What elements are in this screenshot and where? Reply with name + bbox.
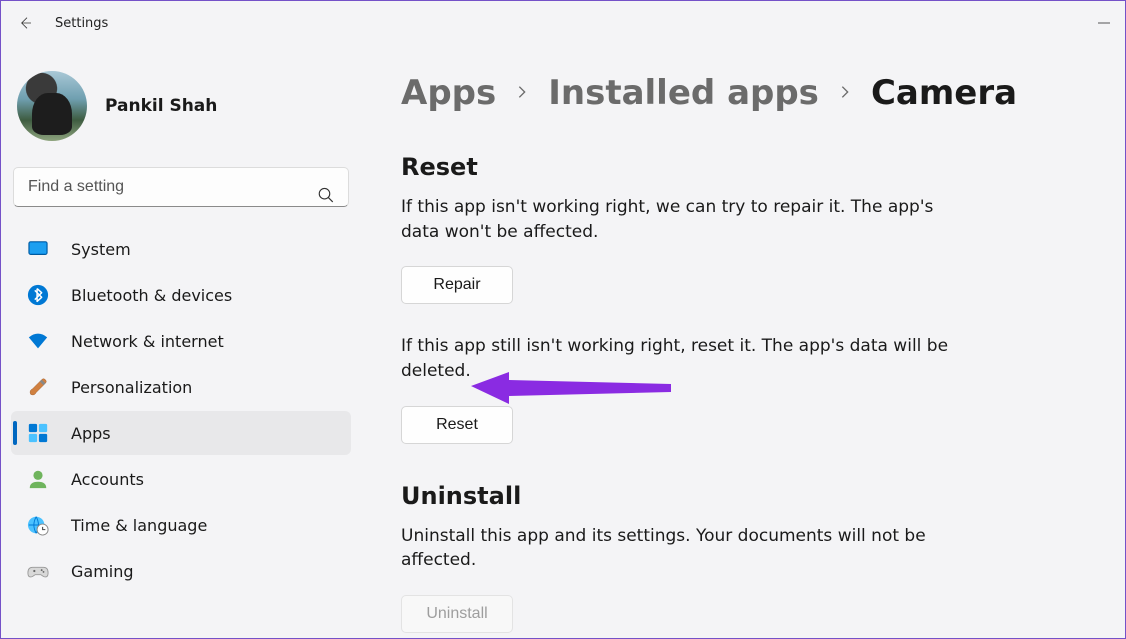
sidebar-item-label: Personalization [71,378,192,397]
sidebar-item-label: Time & language [71,516,207,535]
reset-description: If this app still isn't working right, r… [401,334,1001,383]
sidebar-item-network[interactable]: Network & internet [11,319,351,363]
sidebar: Pankil Shah System Bluetooth & devices [1,45,361,638]
titlebar: Settings [1,1,1125,45]
breadcrumb: Apps Installed apps Camera [401,73,1085,113]
sidebar-item-bluetooth[interactable]: Bluetooth & devices [11,273,351,317]
breadcrumb-current: Camera [871,73,1017,113]
reset-heading: Reset [401,153,1085,181]
sidebar-item-label: Apps [71,424,111,443]
apps-icon [27,422,49,444]
search-icon [317,186,335,204]
minimize-icon [1097,16,1111,30]
sidebar-item-personalization[interactable]: Personalization [11,365,351,409]
window-title: Settings [55,16,108,31]
chevron-right-icon [514,81,530,106]
sidebar-item-apps[interactable]: Apps [11,411,351,455]
arrow-left-icon [17,15,33,31]
bluetooth-icon [27,284,49,306]
sidebar-item-label: Bluetooth & devices [71,286,232,305]
sidebar-item-gaming[interactable]: Gaming [11,549,351,593]
back-button[interactable] [15,13,35,33]
globe-clock-icon [27,514,49,536]
avatar [17,71,87,141]
uninstall-button[interactable]: Uninstall [401,595,513,633]
repair-button[interactable]: Repair [401,266,513,304]
chevron-right-icon [837,81,853,106]
repair-description: If this app isn't working right, we can … [401,195,941,244]
brush-icon [27,376,49,398]
minimize-button[interactable] [1097,16,1111,30]
sidebar-item-time[interactable]: Time & language [11,503,351,547]
sidebar-item-label: System [71,240,131,259]
sidebar-item-label: Accounts [71,470,144,489]
search-input[interactable] [13,167,349,207]
sidebar-item-label: Gaming [71,562,134,581]
sidebar-item-accounts[interactable]: Accounts [11,457,351,501]
sidebar-item-system[interactable]: System [11,227,351,271]
system-icon [27,238,49,260]
breadcrumb-apps[interactable]: Apps [401,73,496,113]
wifi-icon [27,330,49,352]
sidebar-item-label: Network & internet [71,332,224,351]
reset-button[interactable]: Reset [401,406,513,444]
uninstall-description: Uninstall this app and its settings. You… [401,524,1001,573]
person-icon [27,468,49,490]
breadcrumb-installed[interactable]: Installed apps [548,73,819,113]
window-controls [1097,16,1111,30]
profile-block[interactable]: Pankil Shah [11,53,351,167]
search-wrap [11,167,351,227]
content-area: Apps Installed apps Camera Reset If this… [361,45,1125,638]
gamepad-icon [27,560,49,582]
uninstall-heading: Uninstall [401,482,1085,510]
profile-name: Pankil Shah [105,96,217,116]
sidebar-nav: System Bluetooth & devices Network & int… [11,227,351,593]
